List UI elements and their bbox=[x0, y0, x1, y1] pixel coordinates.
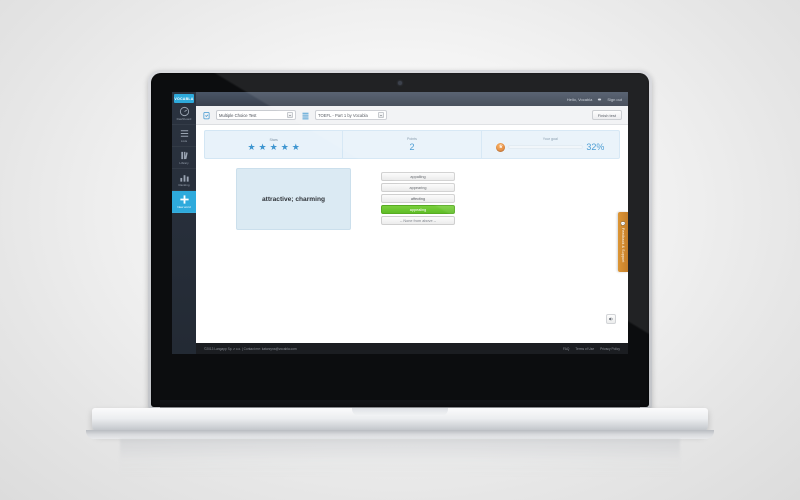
sidebar-item-label: Dashboard bbox=[176, 117, 192, 121]
list-icon bbox=[179, 128, 190, 139]
star-icon: ★ bbox=[258, 141, 267, 152]
sidebar: VOCABLA Dashboard Lists Library Ranking … bbox=[172, 92, 196, 354]
comment-icon: 💬 bbox=[620, 221, 626, 227]
points-label: Points bbox=[406, 137, 417, 141]
goal-progress-bar bbox=[508, 145, 584, 149]
stats-bar: Stars ★ ★ ★ ★ ★ Points 2 Your goal ♛ 32% bbox=[204, 130, 620, 159]
footer-link-terms[interactable]: Terms of Use bbox=[575, 347, 594, 351]
gear-icon[interactable] bbox=[597, 97, 602, 102]
footer-link-privacy[interactable]: Privacy Policy bbox=[600, 347, 620, 351]
goal-progress-row: ♛ 32% bbox=[496, 142, 604, 152]
top-bar: Hello, Vocabla Sign out bbox=[196, 92, 628, 106]
app-logo[interactable]: VOCABLA bbox=[174, 94, 194, 103]
surface-reflection bbox=[120, 439, 680, 479]
sidebar-item-lists[interactable]: Lists bbox=[172, 125, 196, 147]
chevron-down-icon bbox=[287, 112, 293, 118]
question-card: attractive; charming bbox=[236, 168, 351, 230]
answer-option[interactable]: appalling bbox=[381, 172, 455, 181]
sidebar-item-ranking[interactable]: Ranking bbox=[172, 169, 196, 191]
star-icon: ★ bbox=[269, 141, 278, 152]
stat-stars: Stars ★ ★ ★ ★ ★ bbox=[205, 131, 344, 158]
sidebar-item-label: New word bbox=[177, 205, 191, 209]
answer-option[interactable]: appearing bbox=[381, 183, 455, 192]
sign-out-link[interactable]: Sign out bbox=[607, 97, 622, 102]
laptop-mockup: VOCABLA Dashboard Lists Library Ranking … bbox=[0, 0, 800, 500]
stat-points: Points 2 bbox=[343, 131, 482, 158]
answer-option[interactable]: affecting bbox=[381, 194, 455, 203]
star-icon: ★ bbox=[291, 141, 300, 152]
answer-options: appalling appearing affecting appealing … bbox=[381, 168, 455, 230]
trophy-icon: ♛ bbox=[496, 142, 506, 152]
feedback-label: Feedback & Support bbox=[621, 228, 625, 263]
test-name-value: TOEFL - Part 1 by Vocabla bbox=[318, 112, 368, 118]
test-name-select[interactable]: TOEFL - Part 1 by Vocabla bbox=[315, 110, 387, 120]
speaker-icon bbox=[609, 317, 613, 321]
webcam-icon bbox=[398, 81, 402, 85]
sidebar-item-library[interactable]: Library bbox=[172, 147, 196, 169]
feedback-support-tab[interactable]: 💬 Feedback & Support bbox=[618, 212, 628, 272]
sidebar-item-label: Ranking bbox=[178, 183, 190, 187]
sidebar-item-dashboard[interactable]: Dashboard bbox=[172, 103, 196, 125]
test-type-value: Multiple Choice Test bbox=[219, 112, 257, 118]
sidebar-item-label: Lists bbox=[180, 139, 188, 143]
laptop-screen: VOCABLA Dashboard Lists Library Ranking … bbox=[172, 92, 628, 354]
speaker-button[interactable] bbox=[606, 314, 616, 324]
stars-rating: ★ ★ ★ ★ ★ bbox=[247, 141, 300, 152]
sidebar-item-label: Library bbox=[179, 161, 189, 165]
answer-option-selected[interactable]: appealing bbox=[381, 205, 455, 214]
quiz-content: Stars ★ ★ ★ ★ ★ Points 2 Your goal ♛ 32%… bbox=[196, 125, 628, 343]
list-lines-icon bbox=[301, 111, 310, 120]
main-column: Hello, Vocabla Sign out Multiple Choice … bbox=[196, 92, 628, 354]
answer-option-none[interactable]: -- None from above -- bbox=[381, 216, 455, 225]
greeting-text: Hello, Vocabla bbox=[566, 96, 593, 102]
test-type-select[interactable]: Multiple Choice Test bbox=[216, 110, 296, 120]
plus-icon bbox=[179, 194, 190, 205]
copyright-text: ©2013 Langapp Sp. z o.o. | Contact me: k… bbox=[204, 346, 297, 351]
laptop-base-foot bbox=[86, 430, 714, 439]
footer-links: FAQ Terms of Use Privacy Policy bbox=[563, 347, 620, 351]
books-icon bbox=[179, 150, 190, 161]
sidebar-item-new-word[interactable]: New word bbox=[172, 191, 196, 213]
footer-link-faq[interactable]: FAQ bbox=[563, 347, 569, 351]
quiz-toolbar: Multiple Choice Test TOEFL - Part 1 by V… bbox=[196, 106, 628, 125]
vocabla-app: VOCABLA Dashboard Lists Library Ranking … bbox=[172, 92, 628, 354]
chevron-down-icon bbox=[378, 112, 384, 118]
points-value: 2 bbox=[409, 142, 415, 152]
goal-label: Your goal bbox=[542, 137, 558, 141]
finish-test-button[interactable]: Finish test bbox=[591, 110, 622, 120]
bar-chart-icon bbox=[179, 172, 190, 183]
clipboard-check-icon bbox=[202, 111, 211, 120]
star-icon: ★ bbox=[247, 141, 256, 152]
goal-percent: 32% bbox=[586, 142, 605, 152]
quiz-area: attractive; charming appalling appearing… bbox=[204, 168, 620, 230]
footer: ©2013 Langapp Sp. z o.o. | Contact me: k… bbox=[196, 343, 628, 354]
star-icon: ★ bbox=[280, 141, 289, 152]
question-prompt: attractive; charming bbox=[261, 195, 326, 203]
stat-goal: Your goal ♛ 32% bbox=[482, 131, 619, 158]
stars-label: Stars bbox=[269, 137, 278, 142]
gauge-icon bbox=[179, 106, 190, 117]
